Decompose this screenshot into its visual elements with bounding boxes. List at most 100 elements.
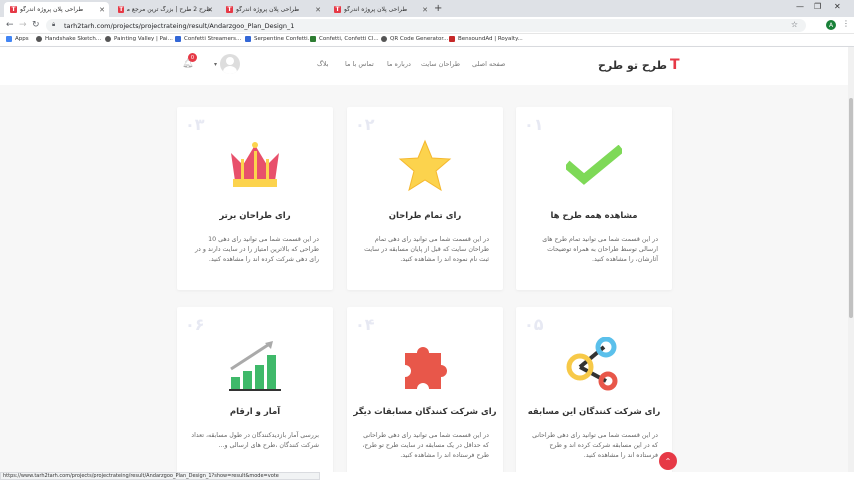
- bookmark-item[interactable]: Confetti Streamers...: [175, 36, 241, 42]
- bookmark-favicon-icon: [105, 36, 111, 42]
- card-description: در این قسمت شما می توانید رای دهی 10 طرا…: [195, 236, 319, 263]
- bookmark-label: QR Code Generator...: [390, 36, 449, 42]
- card-all-designs[interactable]: ۰۱ مشاهده همه طرح ها در این قسمت شما می …: [516, 107, 672, 290]
- bookmark-label: Serpentine Confetti...: [254, 36, 313, 42]
- logo-text: طرح تو طرح: [598, 58, 667, 72]
- tab-favicon-icon: T: [118, 6, 125, 13]
- forward-arrow-icon[interactable]: →: [19, 20, 27, 30]
- back-arrow-icon[interactable]: ←: [6, 20, 14, 30]
- card-top-designers-vote[interactable]: ۰۳ رای طراحان برتر در این قسمت شما می تو…: [177, 107, 333, 290]
- menu-kebab-icon[interactable]: ⋮: [842, 19, 850, 28]
- nav-about[interactable]: درباره ما: [387, 60, 411, 68]
- tab-close-icon[interactable]: ✕: [207, 6, 213, 14]
- url-input[interactable]: 🔒︎ tarh2tarh.com/projects/projectrateing…: [46, 19, 806, 32]
- tab-favicon-icon: T: [10, 6, 17, 13]
- tab-close-icon[interactable]: ✕: [315, 6, 321, 14]
- star-icon: [398, 139, 452, 192]
- tab-favicon-icon: T: [334, 6, 341, 13]
- bookmark-favicon-icon: [381, 36, 387, 42]
- card-title: رای طراحان برتر: [219, 211, 291, 221]
- browser-tab-3[interactable]: T طراحی پلان پروژه اندرگو ✕: [220, 2, 325, 17]
- browser-status-url: https://www.tarh2tarh.com/projects/proje…: [0, 472, 320, 480]
- card-number: ۰۵: [524, 315, 544, 334]
- nav-contact[interactable]: تماس با ما: [345, 60, 374, 68]
- page-scrollbar-thumb[interactable]: [849, 98, 853, 318]
- tab-label: طراحی پلان پروژه اندرگو: [344, 6, 408, 13]
- browser-tab-bar: T طراحی پلان پروژه اندرگو ✕ T طرح 2 طرح …: [0, 0, 854, 17]
- bookmark-star-icon[interactable]: ☆: [791, 20, 798, 29]
- apps-grid-icon: [6, 36, 12, 42]
- check-icon: [566, 145, 622, 185]
- bookmark-item[interactable]: Handshake Sketch...: [36, 36, 101, 42]
- card-description: در این قسمت شما می توانید رای دهی تمام ط…: [364, 236, 489, 263]
- browser-tab-2[interactable]: T طرح 2 طرح | بزرگ ترین مرجع مسا ✕: [112, 2, 217, 17]
- logo-mark-icon: T: [669, 57, 680, 73]
- crown-icon: [231, 142, 279, 187]
- nav-blog[interactable]: بلاگ: [317, 60, 329, 68]
- card-statistics[interactable]: ۰۶ آمار و ارقام بررسی آمار بازدیدکنندگان…: [177, 307, 333, 472]
- tab-label: طراحی پلان پروژه اندرگو: [236, 6, 300, 13]
- nav-designers[interactable]: طراحان سایت: [421, 60, 460, 68]
- card-description: بررسی آمار بازدیدکنندگان در طول مسابقه، …: [191, 432, 319, 449]
- bookmark-label: Confetti Streamers...: [184, 36, 242, 42]
- bookmark-item[interactable]: QR Code Generator...: [381, 36, 448, 42]
- bookmark-favicon-icon: [36, 36, 42, 42]
- card-title: رای شرکت کنندگان مسابقات دیگر: [353, 407, 497, 417]
- window-close-icon[interactable]: ✕: [834, 2, 841, 11]
- bookmark-item[interactable]: BensoundAd | Royalty...: [449, 36, 523, 42]
- card-title: مشاهده همه طرح ها: [550, 211, 638, 221]
- card-title: رای تمام طراحان: [388, 211, 462, 221]
- user-avatar[interactable]: [220, 54, 240, 74]
- browser-tab-1[interactable]: T طراحی پلان پروژه اندرگو ✕: [4, 2, 109, 17]
- browser-tab-4[interactable]: T طراحی پلان پروژه اندرگو ✕: [328, 2, 432, 17]
- card-number: ۰۳: [185, 115, 205, 134]
- bookmark-label: Apps: [15, 36, 29, 42]
- url-text: tarh2tarh.com/projects/projectrateing/re…: [64, 21, 295, 30]
- profile-avatar[interactable]: A: [826, 20, 836, 30]
- card-description: در این قسمت شما می توانید تمام طرح های ا…: [542, 236, 658, 263]
- bookmark-label: Painting Valley | Pai...: [114, 36, 173, 42]
- card-title: رای شرکت کنندگان این مسابقه: [527, 407, 661, 417]
- tab-favicon-icon: T: [226, 6, 233, 13]
- lock-icon: 🔒︎: [52, 21, 56, 28]
- address-toolbar: ← → ↻ 🔒︎ tarh2tarh.com/projects/projectr…: [0, 17, 854, 34]
- bookmark-item[interactable]: Confetti, Confetti Cl...: [310, 36, 379, 42]
- bookmarks-bar: Apps Handshake Sketch... Painting Valley…: [0, 34, 854, 47]
- reload-icon[interactable]: ↻: [32, 20, 40, 30]
- bookmark-apps[interactable]: Apps: [6, 36, 29, 42]
- bookmark-favicon-icon: [310, 36, 316, 42]
- card-all-designers-vote[interactable]: ۰۲ رای تمام طراحان در این قسمت شما می تو…: [347, 107, 503, 290]
- site-header: T طرح تو طرح صفحه اصلی طراحان سایت دربار…: [0, 47, 854, 85]
- card-number: ۰۲: [355, 115, 375, 134]
- puzzle-icon: [405, 347, 447, 389]
- nav-home[interactable]: صفحه اصلی: [472, 60, 505, 68]
- bookmark-label: BensoundAd | Royalty...: [458, 36, 523, 42]
- chart-growth-icon: [229, 341, 281, 391]
- card-description: در این قسمت شما می توانید رای دهی طراحان…: [362, 432, 489, 459]
- molecule-icon: [566, 337, 618, 391]
- notification-badge: 0: [188, 53, 197, 62]
- site-logo[interactable]: T طرح تو طرح: [598, 57, 680, 73]
- bookmark-favicon-icon: [245, 36, 251, 42]
- minimize-icon[interactable]: —: [796, 2, 804, 11]
- bookmark-favicon-icon: [175, 36, 181, 42]
- card-number: ۰۴: [355, 315, 375, 334]
- bookmark-label: Handshake Sketch...: [45, 36, 102, 42]
- new-tab-button[interactable]: +: [434, 3, 442, 14]
- back-to-top-button[interactable]: ⌃: [659, 452, 677, 470]
- card-other-contests-vote[interactable]: ۰۴ رای شرکت کنندگان مسابقات دیگر در این …: [347, 307, 503, 472]
- card-this-contest-vote[interactable]: ۰۵ رای شرکت کنندگان این مسابقه در این قس…: [516, 307, 672, 472]
- tab-label: طراحی پلان پروژه اندرگو: [20, 6, 84, 13]
- bookmark-item[interactable]: Serpentine Confetti...: [245, 36, 313, 42]
- chevron-down-icon[interactable]: ▾: [214, 61, 217, 68]
- bookmark-label: Confetti, Confetti Cl...: [319, 36, 379, 42]
- card-description: در این قسمت شما می توانید رای دهی طراحان…: [532, 432, 658, 459]
- maximize-icon[interactable]: ❐: [814, 2, 821, 11]
- bookmark-item[interactable]: Painting Valley | Pai...: [105, 36, 173, 42]
- tab-close-icon[interactable]: ✕: [422, 6, 428, 14]
- main-content: ۰۱ مشاهده همه طرح ها در این قسمت شما می …: [0, 85, 848, 472]
- card-number: ۰۱: [524, 115, 544, 134]
- tab-close-icon[interactable]: ✕: [99, 6, 105, 14]
- tab-label: طرح 2 طرح | بزرگ ترین مرجع مسا: [127, 6, 211, 13]
- card-title: آمار و ارقام: [229, 407, 281, 417]
